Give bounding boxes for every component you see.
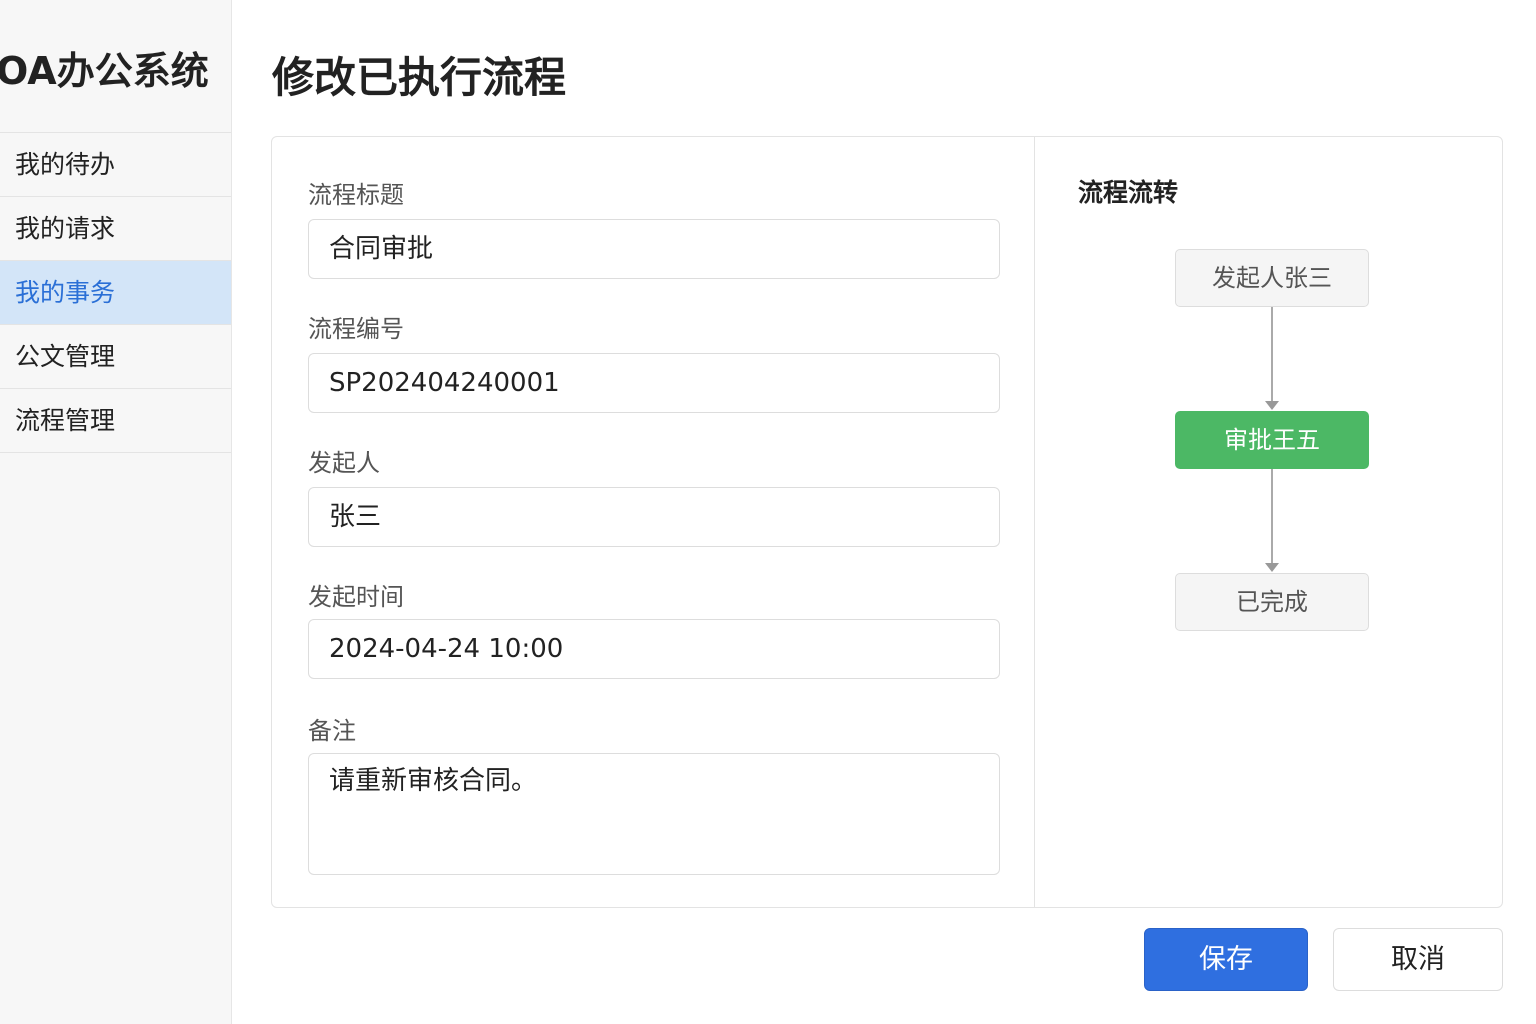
sidebar-menu: 我的待办 我的请求 我的事务 公文管理 流程管理	[0, 132, 231, 453]
number-label: 流程编号	[308, 315, 404, 343]
app-logo-title: OA办公系统	[0, 49, 209, 93]
remark-textarea[interactable]: 请重新审核合同。	[308, 753, 1000, 875]
arrow-down-icon	[1265, 401, 1279, 410]
process-form: 流程标题 合同审批 流程编号 SP202404240001 发起人 张三 发起时…	[272, 137, 1035, 907]
initiator-input[interactable]: 张三	[308, 487, 1000, 547]
flow-title: 流程流转	[1078, 178, 1179, 207]
sidebar-item-my-affairs[interactable]: 我的事务	[0, 261, 231, 325]
sidebar-item-process-management[interactable]: 流程管理	[0, 389, 231, 453]
cancel-button[interactable]: 取消	[1333, 928, 1503, 991]
save-button[interactable]: 保存	[1144, 928, 1308, 991]
sidebar-item-my-todo[interactable]: 我的待办	[0, 133, 231, 197]
flow-connector	[1271, 469, 1273, 565]
edit-card: 流程标题 合同审批 流程编号 SP202404240001 发起人 张三 发起时…	[271, 136, 1503, 908]
time-input[interactable]: 2024-04-24 10:00	[308, 619, 1000, 679]
flow-connector	[1271, 307, 1273, 403]
remark-label: 备注	[308, 717, 356, 745]
title-label: 流程标题	[308, 181, 404, 209]
page-title: 修改已执行流程	[272, 53, 567, 102]
title-input[interactable]: 合同审批	[308, 219, 1000, 279]
flow-node-initiator: 发起人张三	[1175, 249, 1369, 307]
time-label: 发起时间	[308, 583, 404, 611]
arrow-down-icon	[1265, 563, 1279, 572]
sidebar: OA办公系统 我的待办 我的请求 我的事务 公文管理 流程管理	[0, 0, 232, 1024]
initiator-label: 发起人	[308, 449, 380, 477]
sidebar-item-my-requests[interactable]: 我的请求	[0, 197, 231, 261]
number-input[interactable]: SP202404240001	[308, 353, 1000, 413]
flow-node-approver-current: 审批王五	[1175, 411, 1369, 469]
flow-node-completed: 已完成	[1175, 573, 1369, 631]
sidebar-item-documents[interactable]: 公文管理	[0, 325, 231, 389]
